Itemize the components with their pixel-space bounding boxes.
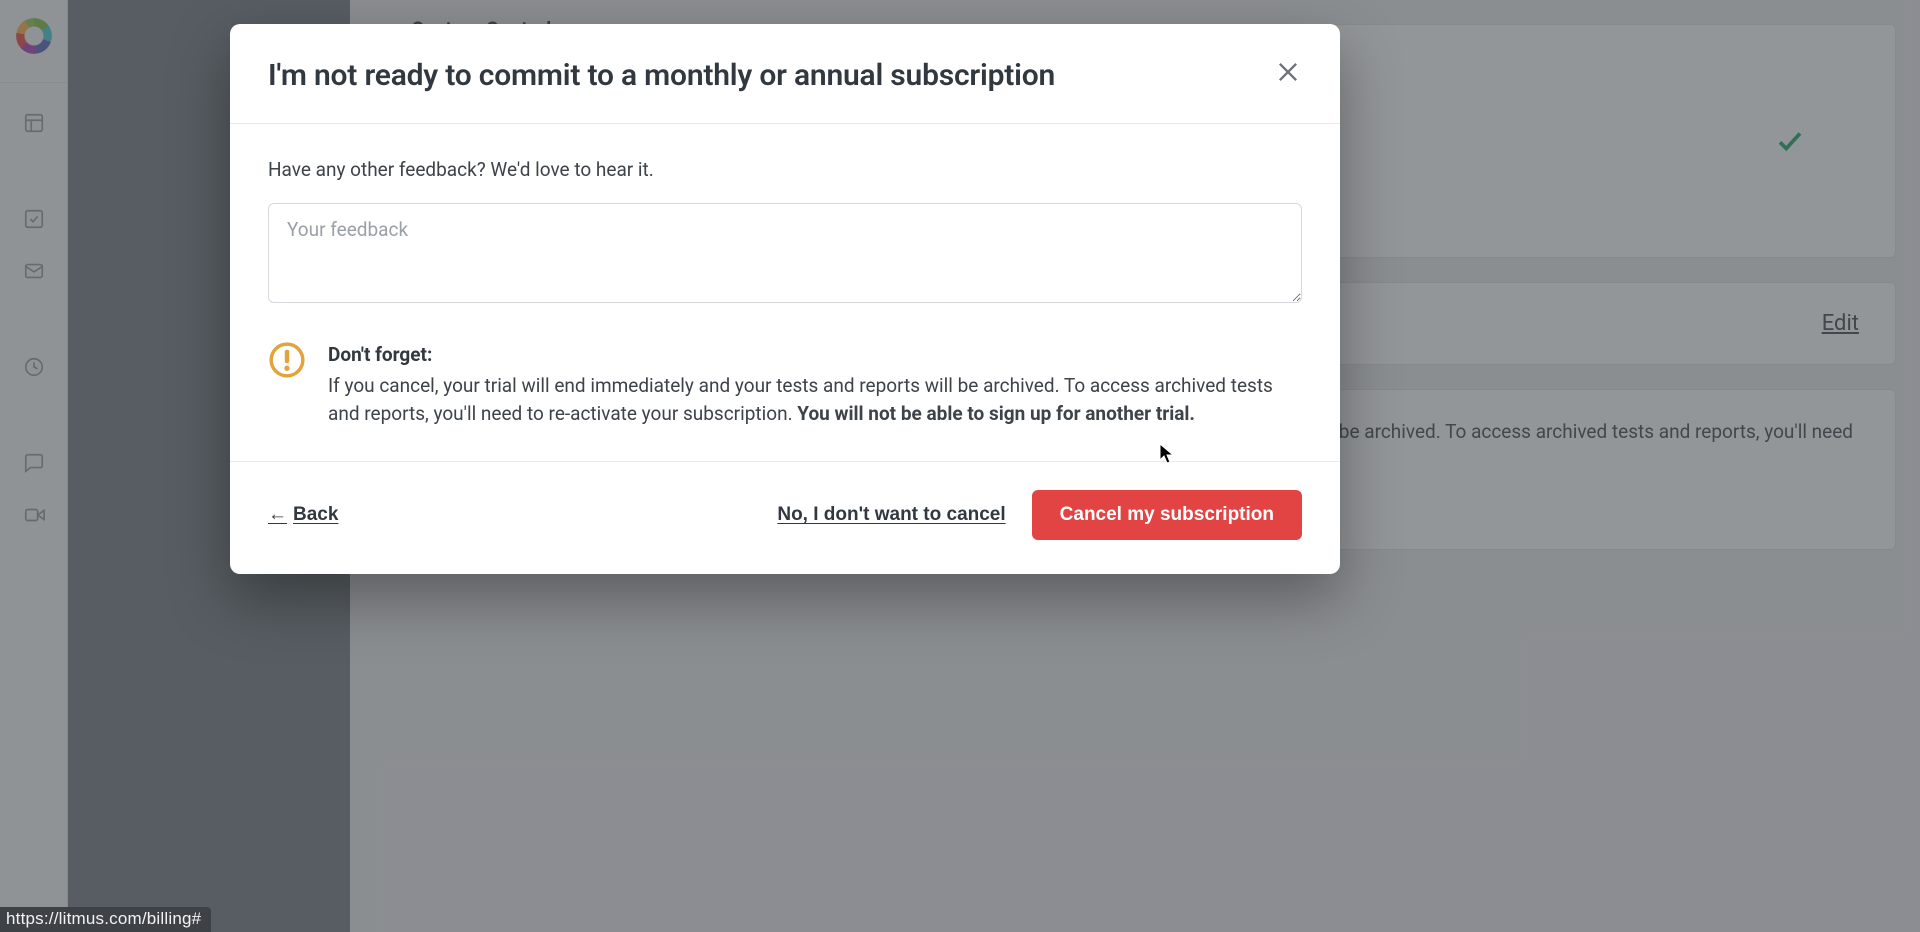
status-bar-url: https://litmus.com/billing# xyxy=(0,907,211,932)
feedback-input[interactable] xyxy=(268,203,1302,303)
cancel-modal: I'm not ready to commit to a monthly or … xyxy=(230,24,1340,574)
warning-icon xyxy=(268,341,306,379)
notice-text: Don't forget: If you cancel, your trial … xyxy=(328,341,1302,429)
modal-footer: ← Back No, I don't want to cancel Cancel… xyxy=(230,461,1340,574)
footer-actions: No, I don't want to cancel Cancel my sub… xyxy=(777,490,1302,540)
no-cancel-button[interactable]: No, I don't want to cancel xyxy=(777,504,1005,526)
back-button[interactable]: ← Back xyxy=(268,504,338,526)
feedback-prompt: Have any other feedback? We'd love to he… xyxy=(268,158,1302,181)
cancel-subscription-button[interactable]: Cancel my subscription xyxy=(1032,490,1302,540)
modal-body: Have any other feedback? We'd love to he… xyxy=(230,124,1340,461)
close-icon[interactable] xyxy=(1274,58,1302,86)
modal-title: I'm not ready to commit to a monthly or … xyxy=(268,58,1055,93)
notice-title: Don't forget: xyxy=(328,341,1302,370)
notice: Don't forget: If you cancel, your trial … xyxy=(268,341,1302,429)
arrow-left-icon: ← xyxy=(268,504,287,526)
notice-body: If you cancel, your trial will end immed… xyxy=(328,374,1273,426)
modal-header: I'm not ready to commit to a monthly or … xyxy=(230,24,1340,124)
